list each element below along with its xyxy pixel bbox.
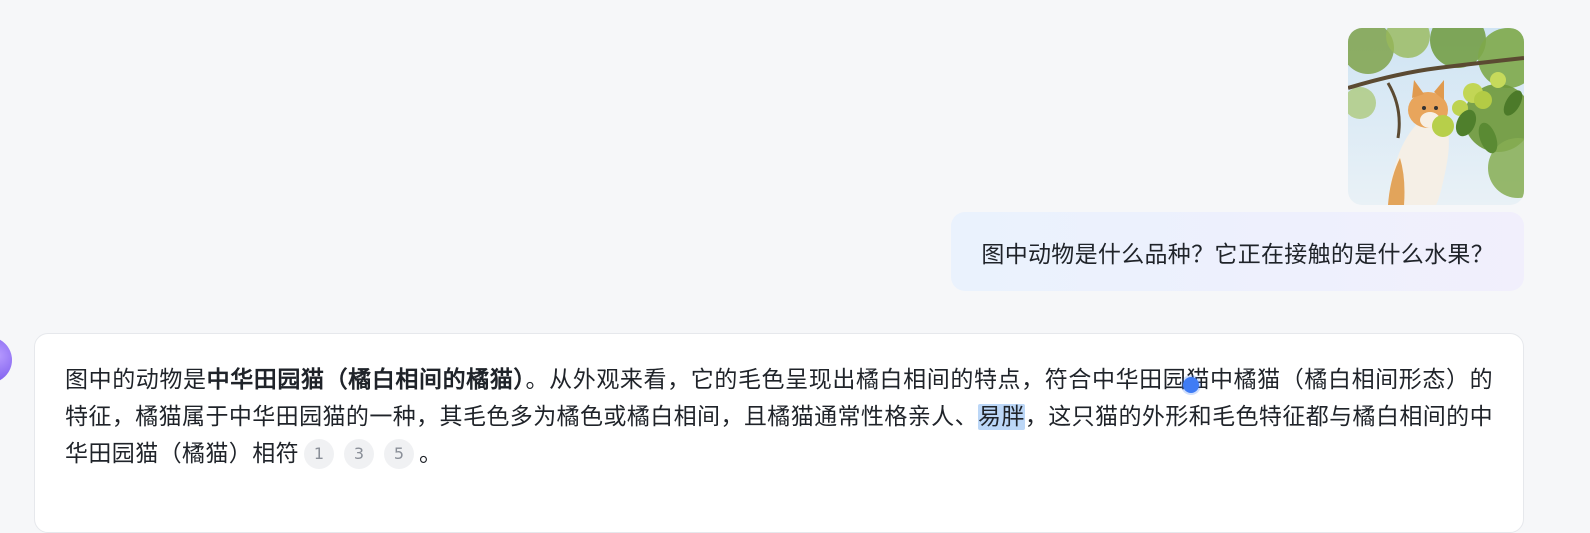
user-question-bubble: 图中动物是什么品种？它正在接触的是什么水果？ xyxy=(951,212,1524,291)
answer-paragraph: 图中的动物是中华田园猫（橘白相间的橘猫）。从外观来看，它的毛色呈现出橘白相间的特… xyxy=(65,362,1493,473)
citation-badge-3[interactable]: 3 xyxy=(344,438,374,469)
citation-badge-1[interactable]: 1 xyxy=(304,438,334,469)
citation-badge-5[interactable]: 5 xyxy=(384,438,414,469)
uploaded-cat-image[interactable] xyxy=(1348,28,1524,205)
assistant-answer-card: 图中的动物是中华田园猫（橘白相间的橘猫）。从外观来看，它的毛色呈现出橘白相间的特… xyxy=(34,333,1524,533)
user-question-text: 图中动物是什么品种？它正在接触的是什么水果？ xyxy=(981,241,1494,268)
assistant-avatar xyxy=(0,337,12,383)
answer-text-end: 。 xyxy=(419,441,443,467)
answer-text-bold: 中华田园猫（橘白相间的橘猫） xyxy=(206,367,526,393)
selected-text[interactable]: 易胖 xyxy=(977,404,1025,430)
text-cursor-handle[interactable] xyxy=(1183,377,1199,393)
answer-text-intro: 图中的动物是 xyxy=(65,367,207,393)
